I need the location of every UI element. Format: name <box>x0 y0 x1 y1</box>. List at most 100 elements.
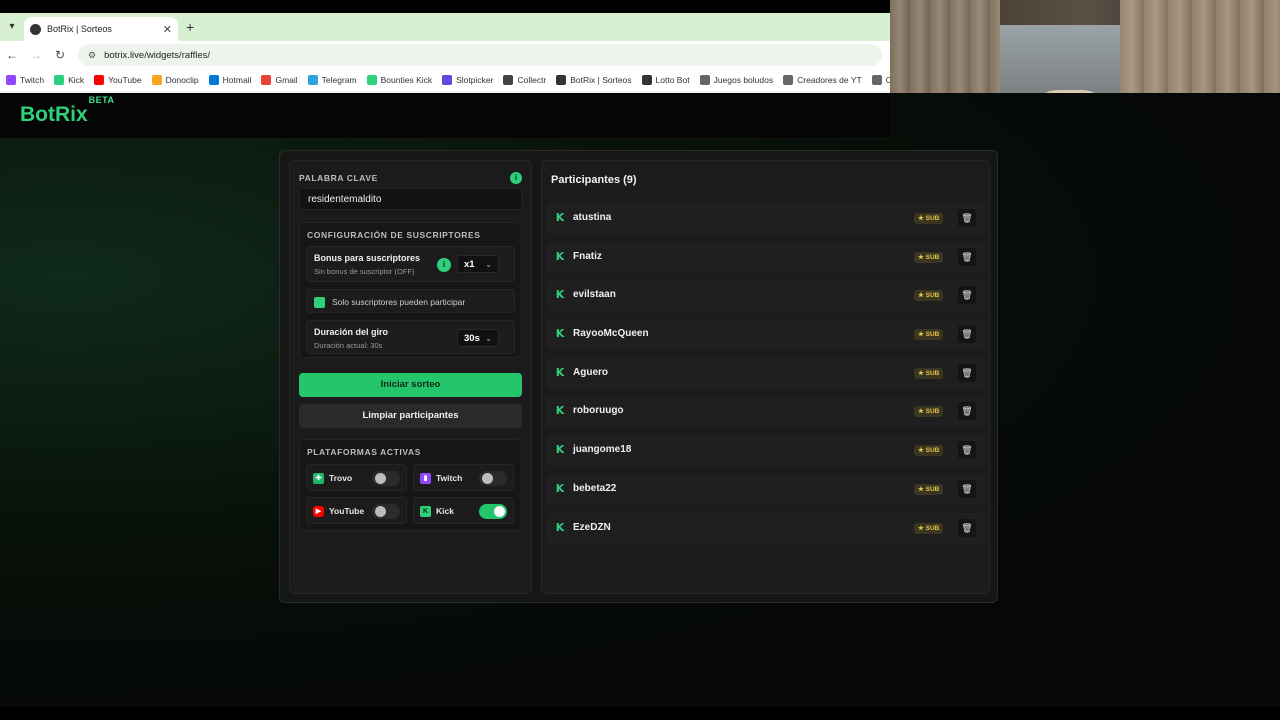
sub-badge: ★ SUB <box>914 329 944 341</box>
bookmark-item[interactable]: Cas <box>871 75 890 85</box>
bonus-multiplier-select[interactable]: x1 ⌄ <box>457 255 499 273</box>
participant-name: juangome18 <box>573 444 632 456</box>
site-info-icon[interactable]: ⚙ <box>88 50 96 61</box>
botrix-logo[interactable]: BotRixBETA <box>20 95 115 127</box>
participant-name: EzeDZN <box>573 521 611 533</box>
bookmark-item[interactable]: Kick <box>54 75 84 85</box>
bookmark-item[interactable]: Gmail <box>261 75 298 85</box>
delete-participant-icon[interactable]: 🗑 <box>958 479 976 498</box>
twitch-label: Twitch <box>436 473 463 483</box>
delete-participant-icon[interactable]: 🗑 <box>958 441 976 460</box>
delete-participant-icon[interactable]: 🗑 <box>958 518 976 537</box>
reload-icon[interactable]: ↻ <box>48 48 72 62</box>
subs-only-card[interactable]: Solo suscriptores pueden participar <box>306 289 515 313</box>
participant-row: Kjuangome18 ★ SUB 🗑 <box>546 435 986 467</box>
bookmark-item[interactable]: BotRix | Sorteos <box>556 75 632 85</box>
close-tab-icon[interactable]: ✕ <box>163 23 172 36</box>
screen-bottom-bar <box>0 707 1280 720</box>
participant-name: evilstaan <box>573 289 616 301</box>
twitch-icon: ▮ <box>420 473 431 484</box>
kick-icon: K <box>555 520 565 534</box>
bookmarks-bar: Twitch Kick YouTube Donoclip Hotmail Gmail Tel… <box>0 69 890 91</box>
subs-only-checkbox[interactable] <box>314 297 325 308</box>
browser-tab[interactable]: BotRix | Sorteos ✕ <box>24 17 178 41</box>
youtube-toggle[interactable] <box>372 504 400 519</box>
bookmark-item[interactable]: Juegos boludos <box>699 75 773 85</box>
bookmark-label: BotRix | Sorteos <box>570 75 632 85</box>
sub-badge: ★ SUB <box>914 522 944 534</box>
url-text: botrix.live/widgets/raffles/ <box>104 49 211 61</box>
tab-title: BotRix | Sorteos <box>47 24 112 34</box>
platform-twitch: ▮ Twitch <box>413 464 514 491</box>
start-raffle-button[interactable]: Iniciar sorteo <box>299 373 522 397</box>
keyword-input[interactable] <box>299 188 522 210</box>
sub-badge: ★ SUB <box>914 445 944 457</box>
delete-participant-icon[interactable]: 🗑 <box>958 325 976 344</box>
bookmark-icon <box>54 75 65 85</box>
new-tab-icon[interactable]: + <box>186 19 194 35</box>
platform-youtube: ▶ YouTube <box>306 497 407 524</box>
bookmark-item[interactable]: Collectr <box>503 75 546 85</box>
trovo-icon: ✚ <box>313 473 324 484</box>
bookmark-label: Collectr <box>517 75 547 85</box>
chevron-down-icon: ⌄ <box>485 333 492 343</box>
toggle-knob <box>482 473 493 484</box>
participant-name: bebeta22 <box>573 482 617 494</box>
app-body: BotRixBETA PALABRA CLAVE i CONFIGURACIÓN… <box>0 93 1280 707</box>
delete-participant-icon[interactable]: 🗑 <box>958 286 976 305</box>
bookmark-icon <box>366 75 377 85</box>
kick-toggle[interactable] <box>479 504 507 519</box>
sub-badge-label: SUB <box>925 292 940 300</box>
bookmark-icon <box>307 75 318 85</box>
twitch-toggle[interactable] <box>479 471 507 486</box>
browser-chrome: ▾ BotRix | Sorteos ✕ + ← → ↻ ⚙ botrix.li… <box>0 13 890 93</box>
bookmark-icon <box>261 75 272 85</box>
duration-value: 30s <box>464 332 480 344</box>
info-icon[interactable]: i <box>510 172 522 184</box>
bookmark-item[interactable]: Creadores de YT <box>783 75 862 85</box>
bookmark-item[interactable]: YouTube <box>94 75 142 85</box>
bookmark-icon <box>503 75 514 85</box>
bookmark-item[interactable]: Lotto Bot <box>641 75 690 85</box>
kick-icon: K <box>555 404 565 418</box>
bookmark-icon <box>208 75 219 85</box>
forward-icon[interactable]: → <box>24 48 48 62</box>
address-bar[interactable]: ⚙ botrix.live/widgets/raffles/ <box>78 44 882 66</box>
sub-badge-label: SUB <box>925 447 940 455</box>
duration-subtitle: Duración actual: 30s <box>314 341 383 350</box>
participant-row: Kroboruugo ★ SUB 🗑 <box>546 396 986 428</box>
duration-title: Duración del giro <box>314 327 389 337</box>
bonus-info-icon[interactable]: i <box>437 258 451 272</box>
subscriber-config: CONFIGURACIÓN DE SUSCRIPTORES Bonus para… <box>299 222 522 358</box>
sub-badge: ★ SUB <box>914 483 944 495</box>
delete-participant-icon[interactable]: 🗑 <box>958 247 976 266</box>
sub-badge-label: SUB <box>925 215 940 222</box>
trovo-label: Trovo <box>329 473 353 483</box>
toggle-knob <box>375 473 386 484</box>
trovo-toggle[interactable] <box>372 471 400 486</box>
delete-participant-icon[interactable]: 🗑 <box>958 402 976 421</box>
tab-search-icon[interactable]: ▾ <box>4 19 20 35</box>
participant-row: K RayooMcQueen ★ SUB 🗑 <box>546 319 986 351</box>
bookmark-item[interactable]: Hotmail <box>208 75 251 85</box>
kick-icon: K <box>555 288 565 302</box>
bookmark-item[interactable]: Telegram <box>307 75 357 85</box>
bookmark-item[interactable]: Donoclip <box>151 75 199 85</box>
platform-kick: K Kick <box>413 497 514 524</box>
kick-label: Kick <box>436 506 454 516</box>
bookmark-item[interactable]: Twitch <box>6 75 44 85</box>
duration-select[interactable]: 30s ⌄ <box>457 329 499 347</box>
kick-icon: K <box>555 327 565 341</box>
back-icon[interactable]: ← <box>0 48 24 62</box>
participants-column: Participantes (9) Katustina ★ SUB 🗑 K Fnatiz… <box>541 160 990 594</box>
bookmark-item[interactable]: Slotpicker <box>442 75 493 85</box>
bookmark-item[interactable]: Bounties Kick <box>366 75 432 85</box>
bookmark-label: Lotto Bot <box>655 75 690 85</box>
subscriber-bonus-card: Bonus para suscriptores Sin bonus de sus… <box>306 246 515 282</box>
clear-participants-button[interactable]: Limpiar participantes <box>299 404 522 428</box>
delete-participant-icon[interactable]: 🗑 <box>958 209 976 227</box>
bonus-subtitle: Sin bonus de suscriptor (OFF) <box>314 267 415 276</box>
bookmark-icon <box>442 75 453 85</box>
active-platforms: PLATAFORMAS ACTIVAS ✚ Trovo ▮ Twitch ▶ Y… <box>299 439 522 531</box>
delete-participant-icon[interactable]: 🗑 <box>958 363 976 382</box>
